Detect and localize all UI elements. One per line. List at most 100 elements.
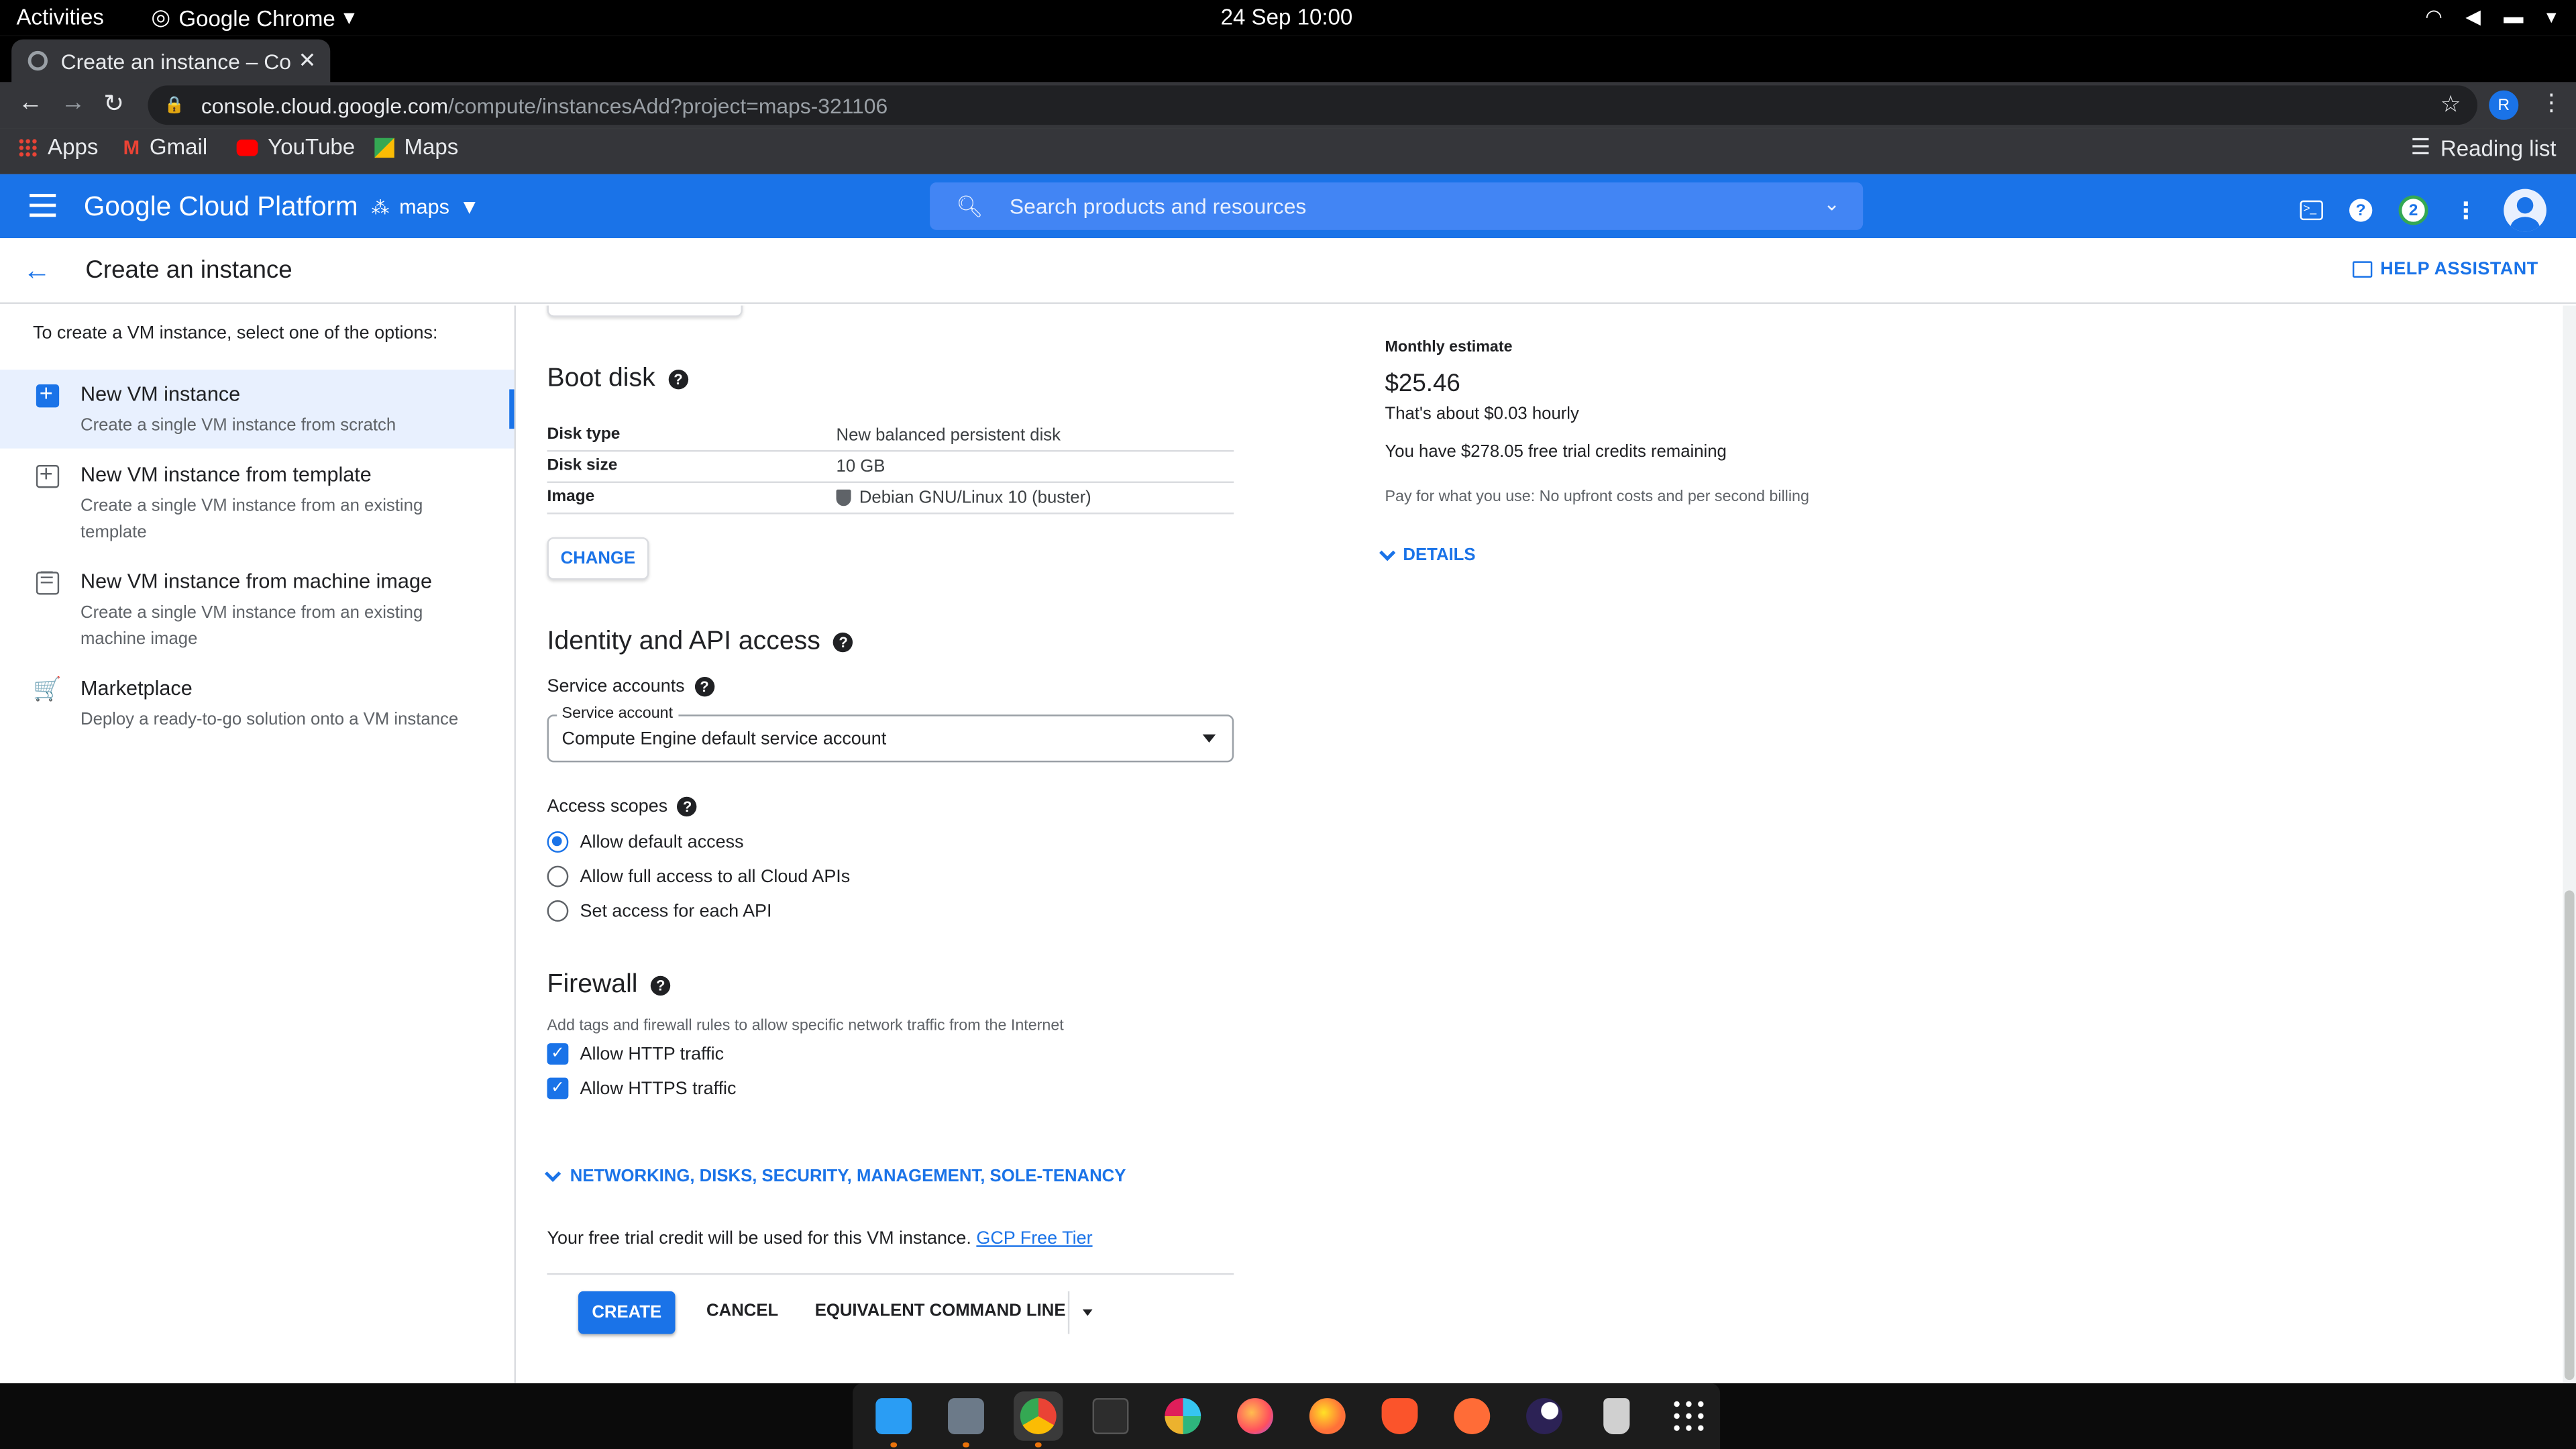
back-icon[interactable]: ← [18, 89, 43, 117]
equivalent-dropdown-icon[interactable] [1067, 1291, 1104, 1334]
vertical-scrollbar[interactable] [2563, 305, 2576, 1384]
estimate-billing-note: Pay for what you use: No upfront costs a… [1385, 488, 1809, 506]
menu-icon[interactable] [30, 193, 56, 217]
firefox-icon[interactable] [1230, 1391, 1279, 1440]
help-assistant-button[interactable]: HELP ASSISTANT [2352, 260, 2538, 279]
help-icon[interactable]: ? [677, 796, 698, 817]
more-vert-icon[interactable]: ⋮ [2455, 197, 2477, 225]
create-button[interactable]: CREATE [578, 1291, 676, 1334]
close-tab-icon[interactable]: ✕ [294, 48, 320, 74]
clock[interactable]: 24 Sep 10:00 [1221, 5, 1353, 30]
option-marketplace[interactable]: Marketplace Deploy a ready-to-go solutio… [0, 663, 515, 743]
radio-selected-icon [547, 831, 569, 853]
help-icon[interactable]: ? [651, 975, 671, 996]
bookmark-star-icon[interactable]: ☆ [2440, 91, 2461, 119]
label-text: Access scopes [547, 796, 668, 817]
postman-icon[interactable] [1448, 1391, 1497, 1440]
app-grid-icon[interactable] [1664, 1391, 1713, 1440]
trash-icon[interactable] [1592, 1391, 1641, 1440]
advanced-options-expander[interactable]: NETWORKING, DISKS, SECURITY, MANAGEMENT,… [544, 1165, 1126, 1186]
project-selector[interactable]: ⁂ maps ▼ [371, 195, 480, 218]
option-title: New VM instance from machine image [80, 570, 433, 594]
identity-heading: Identity and API access ? [547, 628, 853, 657]
help-icon[interactable]: ? [694, 676, 714, 697]
eclipse-icon-shape [1526, 1398, 1562, 1434]
shield-icon [836, 489, 851, 506]
project-icon: ⁂ [371, 198, 390, 218]
reload-icon[interactable]: ↻ [103, 89, 124, 119]
notifications-badge[interactable]: 2 [2398, 195, 2428, 225]
help-icon[interactable]: ? [833, 632, 853, 653]
section-title: Firewall [547, 971, 638, 999]
scrolled-button[interactable] [547, 305, 743, 317]
forward-icon[interactable]: → [61, 89, 86, 117]
browser-menu-icon[interactable]: ⋮ [2540, 89, 2563, 117]
bookmark-maps[interactable]: Maps [374, 135, 458, 160]
files-icon[interactable] [941, 1391, 990, 1448]
chevron-down-icon: ▾ [2546, 5, 2557, 28]
chrome-icon[interactable] [1014, 1391, 1063, 1448]
bookmark-youtube[interactable]: YouTube [236, 134, 356, 160]
scrollbar-thumb[interactable] [2564, 890, 2575, 1381]
bookmark-gmail[interactable]: M Gmail [123, 135, 208, 160]
service-account-select[interactable]: Service account Compute Engine default s… [547, 704, 1234, 763]
reading-list-icon: ☰ [2410, 134, 2431, 160]
system-tray[interactable]: ◠ ◀ ▬ ▾ [2425, 5, 2556, 28]
help-icon[interactable]: ? [668, 370, 688, 390]
help-icon[interactable]: ? [2349, 199, 2373, 222]
brave-icon[interactable] [1375, 1391, 1424, 1440]
header-actions: >_ ? 2 ⋮ [2300, 189, 2546, 232]
option-from-template[interactable]: New VM instance from template Create a s… [0, 450, 515, 555]
caret-down-icon: ▼ [459, 195, 480, 219]
row-key: Image [547, 488, 595, 506]
reading-list-label: Reading list [2440, 136, 2557, 160]
apps-grid-icon [17, 137, 38, 157]
option-new-vm[interactable]: New VM instance Create a single VM insta… [0, 370, 515, 449]
cloud-shell-icon[interactable]: >_ [2300, 200, 2323, 221]
bookmark-label: YouTube [268, 134, 356, 160]
creation-options-panel: To create a VM instance, select one of t… [0, 305, 516, 1384]
app-menu[interactable]: ◎ Google Chrome ▾ [151, 5, 354, 31]
radio-label: Allow full access to all Cloud APIs [580, 866, 851, 887]
bookmarks-bar: Apps M Gmail YouTube Maps ☰ Reading list [0, 128, 2576, 174]
service-accounts-label: Service accounts ? [547, 676, 714, 697]
terminal-icon[interactable] [1086, 1391, 1135, 1440]
feedback-icon [2352, 261, 2373, 278]
scope-default-radio[interactable]: Allow default access [547, 831, 744, 853]
finder-icon[interactable] [869, 1391, 918, 1448]
option-title: New VM instance from template [80, 463, 372, 486]
activities-button[interactable]: Activities [16, 5, 103, 30]
postman-icon-shape [1454, 1398, 1491, 1434]
firefox-alt-icon[interactable] [1303, 1391, 1352, 1440]
details-expander[interactable]: DETAILS [1379, 543, 1476, 565]
cancel-button[interactable]: CANCEL [706, 1301, 778, 1321]
address-bar[interactable]: 🔒 console.cloud.google.com/compute/insta… [148, 85, 2478, 125]
scope-each-api-radio[interactable]: Set access for each API [547, 900, 772, 922]
trash-icon-shape [1603, 1398, 1630, 1434]
tab-create-instance[interactable]: Create an instance – Co ✕ [11, 39, 331, 83]
product-title[interactable]: Google Cloud Platform [84, 193, 358, 224]
option-from-machine-image[interactable]: New VM instance from machine image Creat… [0, 557, 515, 662]
change-boot-disk-button[interactable]: CHANGE [547, 537, 649, 580]
allow-https-checkbox[interactable]: ✓ Allow HTTPS traffic [547, 1077, 737, 1099]
bookmark-apps[interactable]: Apps [17, 135, 98, 160]
chevron-down-icon[interactable]: ⌄ [1823, 193, 1840, 215]
back-arrow-icon[interactable]: ← [23, 255, 51, 288]
search-input[interactable]: 🔍︎ Search products and resources ⌄ [930, 182, 1864, 230]
equivalent-command-line-button[interactable]: EQUIVALENT COMMAND LINE [815, 1301, 1066, 1321]
estimate-credits: You have $278.05 free trial credits rema… [1385, 441, 1727, 462]
reading-list[interactable]: ☰ Reading list [2410, 135, 2556, 161]
eclipse-icon[interactable] [1519, 1391, 1568, 1440]
slack-icon[interactable] [1159, 1391, 1208, 1440]
tab-strip: Create an instance – Co ✕ + ● — ❐ ✕ [0, 36, 2576, 112]
allow-http-checkbox[interactable]: ✓ Allow HTTP traffic [547, 1043, 724, 1065]
free-tier-link[interactable]: GCP Free Tier [976, 1229, 1092, 1248]
finder-icon-shape [875, 1398, 912, 1434]
system-top-bar: Activities ◎ Google Chrome ▾ 24 Sep 10:0… [0, 0, 2576, 36]
brave-icon-shape [1381, 1398, 1418, 1434]
scope-full-radio[interactable]: Allow full access to all Cloud APIs [547, 865, 851, 888]
profile-avatar[interactable]: R [2489, 90, 2519, 120]
add-box-outline-icon [36, 460, 60, 488]
account-avatar[interactable] [2504, 189, 2546, 232]
firefox-icon-shape [1237, 1398, 1273, 1434]
